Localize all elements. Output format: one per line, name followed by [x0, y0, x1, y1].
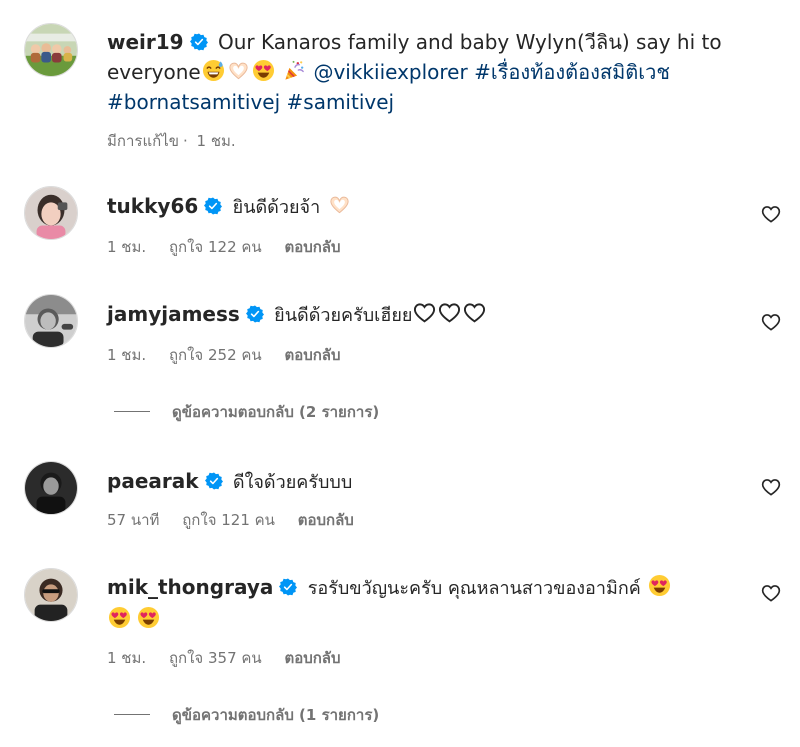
hashtag-link[interactable]: #เรื่องท้องต้องสมิติเวช [474, 60, 670, 84]
replies-divider [114, 411, 150, 412]
view-replies-button[interactable]: ดูข้อความตอบกลับ (1 รายการ) [114, 705, 379, 725]
white-heart-emoji [438, 301, 461, 324]
verified-badge-icon [246, 305, 264, 323]
avatar[interactable] [24, 186, 78, 240]
view-replies-label: ดูข้อความตอบกลับ (2 รายการ) [172, 403, 380, 421]
comment-likes[interactable]: ถูกใจ 121 คน [182, 511, 275, 529]
comment-likes[interactable]: ถูกใจ 357 คน [169, 649, 262, 667]
comment-username[interactable]: jamyjamess [107, 302, 240, 326]
avatar[interactable] [24, 461, 78, 515]
verified-badge-icon [205, 472, 223, 490]
comment-username[interactable]: tukky66 [107, 194, 198, 218]
comment-meta: 1 ชม. ถูกใจ 122 คน ตอบกลับ [107, 237, 359, 257]
white-heart-emoji [463, 301, 486, 324]
post-author-avatar[interactable] [24, 23, 78, 77]
avatar[interactable] [24, 294, 78, 348]
caption-line1: Our Kanaros family and baby Wylyn(วีลิน)… [217, 30, 722, 54]
caption-line2: everyone [107, 60, 201, 84]
comment-username[interactable]: paearak [107, 469, 199, 493]
heart-eyes-emoji [252, 59, 275, 82]
comment-likes[interactable]: ถูกใจ 252 คน [169, 346, 262, 364]
heart-outline-icon[interactable] [761, 204, 781, 224]
reply-button[interactable]: ตอบกลับ [284, 649, 340, 667]
comment-body: mik_thongraya รอรับขวัญนะครับ คุณหลานสาว… [107, 572, 747, 635]
comment-time[interactable]: 1 ชม. [107, 238, 146, 256]
grinning-sweat-emoji [202, 59, 225, 82]
heart-hands-emoji [227, 59, 250, 82]
caption-text: weir19 Our Kanaros family and baby Wylyn… [107, 27, 747, 117]
reply-button[interactable]: ตอบกลับ [284, 238, 340, 256]
comment-body: paearak ดีใจด้วยครับบบ [107, 466, 747, 498]
comment-item: paearak ดีใจด้วยครับบบ 57 นาที ถูกใจ 121… [0, 455, 800, 545]
hashtag-link[interactable]: #samitivej [287, 90, 395, 114]
mention-link[interactable]: @vikkiiexplorer [313, 60, 467, 84]
comment-username[interactable]: mik_thongraya [107, 575, 273, 599]
reply-button[interactable]: ตอบกลับ [284, 346, 340, 364]
comment-text: ดีใจด้วยครับบบ [232, 472, 353, 493]
verified-badge-icon [279, 578, 297, 596]
comment-meta: 1 ชม. ถูกใจ 252 คน ตอบกลับ [107, 345, 359, 365]
post-caption: weir19 Our Kanaros family and baby Wylyn… [0, 0, 800, 160]
hashtag-link[interactable]: #bornatsamitivej [107, 90, 280, 114]
post-time[interactable]: 1 ชม. [197, 132, 236, 150]
replies-divider [114, 714, 150, 715]
comment-time[interactable]: 1 ชม. [107, 649, 146, 667]
comment-text: ยินดีด้วยครับเฮียย [274, 305, 413, 326]
party-popper-emoji [283, 59, 306, 82]
comment-meta: 57 นาที ถูกใจ 121 คน ตอบกลับ [107, 510, 372, 530]
comment-text: รอรับขวัญนะครับ คุณหลานสาวของอามิกค์ [307, 578, 641, 599]
verified-badge-icon [204, 197, 222, 215]
post-author-username[interactable]: weir19 [107, 30, 184, 54]
heart-outline-icon[interactable] [761, 477, 781, 497]
reply-button[interactable]: ตอบกลับ [298, 511, 354, 529]
heart-outline-icon[interactable] [761, 583, 781, 603]
comment-item: mik_thongraya รอรับขวัญนะครับ คุณหลานสาว… [0, 562, 800, 747]
edited-label: มีการแก้ไข [107, 132, 179, 150]
heart-eyes-emoji [648, 574, 671, 597]
avatar[interactable] [24, 568, 78, 622]
verified-badge-icon [190, 33, 208, 51]
comment-item: tukky66 ยินดีด้วยจ้า 1 ชม. ถูกใจ 122 คน … [0, 180, 800, 270]
heart-outline-icon[interactable] [761, 312, 781, 332]
comment-time[interactable]: 57 นาที [107, 511, 159, 529]
white-heart-emoji [413, 301, 436, 324]
comment-time[interactable]: 1 ชม. [107, 346, 146, 364]
heart-eyes-emoji [108, 606, 131, 629]
heart-eyes-emoji [137, 606, 160, 629]
comment-text: ยินดีด้วยจ้า [232, 197, 321, 218]
comment-item: jamyjamess ยินดีด้วยครับเฮียย 1 ชม. ถูกใ… [0, 288, 800, 428]
comment-likes[interactable]: ถูกใจ 122 คน [169, 238, 262, 256]
comment-body: tukky66 ยินดีด้วยจ้า [107, 191, 747, 223]
view-replies-button[interactable]: ดูข้อความตอบกลับ (2 รายการ) [114, 402, 379, 422]
post-meta: มีการแก้ไข · 1 ชม. [107, 132, 236, 150]
comment-meta: 1 ชม. ถูกใจ 357 คน ตอบกลับ [107, 648, 359, 668]
comment-body: jamyjamess ยินดีด้วยครับเฮียย [107, 299, 747, 331]
heart-hands-emoji [328, 193, 351, 216]
view-replies-label: ดูข้อความตอบกลับ (1 รายการ) [172, 706, 380, 724]
